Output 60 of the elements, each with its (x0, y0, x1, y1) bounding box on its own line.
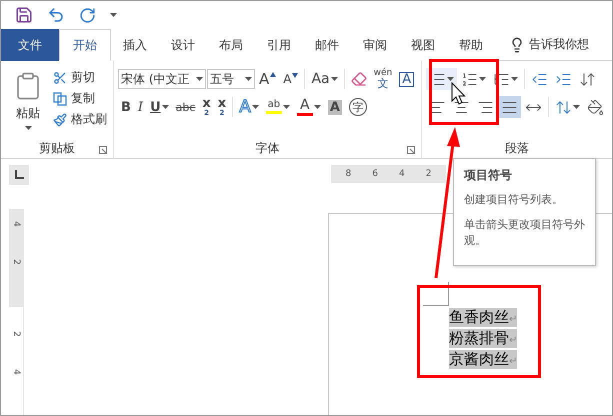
caret-icon (196, 77, 203, 81)
bold-button[interactable]: B (118, 96, 134, 118)
paintbrush-icon (53, 112, 67, 126)
down-triangle-icon (292, 73, 298, 78)
justify-button[interactable] (498, 96, 521, 118)
redo-icon[interactable] (79, 6, 96, 24)
ruler-number: 2 (426, 169, 432, 179)
tab-stop-icon (14, 170, 24, 180)
margin-corner-mark (423, 282, 449, 306)
mouse-pointer-icon (452, 82, 466, 105)
font-size-field[interactable]: 五号 (207, 69, 255, 89)
numbered-list-icon (461, 70, 478, 88)
sort-arrows-icon (579, 70, 596, 88)
tooltip-text: 创建项目符号列表。 (464, 192, 564, 208)
tooltip-text: 单击箭头更改项目符号外观。 (464, 216, 585, 249)
format-painter-button[interactable]: 格式刷 (51, 109, 109, 130)
grow-button[interactable]: A (256, 68, 280, 90)
group-label: 字体 (256, 140, 280, 156)
italic-button[interactable]: I (134, 96, 146, 118)
customize-caret-icon[interactable] (110, 13, 117, 17)
caret-icon (245, 77, 252, 81)
ruler-number: 4 (11, 369, 21, 375)
tab-stop-selector[interactable] (9, 165, 29, 185)
ruler-number: 6 (372, 169, 378, 179)
scissors-icon (53, 70, 67, 84)
annotation-frame (429, 59, 499, 125)
ribbon-tab[interactable]: 开始 (59, 29, 111, 61)
group-label: 剪贴板 (39, 140, 75, 156)
font-color-button[interactable]: A (294, 96, 324, 118)
shrink-button[interactable]: A (280, 68, 302, 90)
cut-button[interactable]: 剪切 (51, 67, 109, 88)
ruler-number: 4 (399, 169, 405, 179)
copy-button[interactable]: 复制 (51, 88, 109, 109)
copy-icon (53, 92, 67, 106)
border-button[interactable]: A (396, 68, 418, 90)
tell-me-field[interactable]: 告诉我你想 (529, 36, 589, 53)
ruler-number: 8 (346, 169, 352, 179)
file-tab[interactable]: 文件 (1, 29, 59, 61)
tooltip-title: 项目符号 (464, 167, 513, 184)
shading-button[interactable]: A (324, 96, 345, 118)
font-name-field[interactable]: 宋体 (中文正 (118, 69, 206, 89)
case-button[interactable]: Aa (308, 68, 341, 90)
save-icon[interactable] (15, 6, 33, 24)
dialog-launcher-icon[interactable] (407, 146, 415, 154)
strike-button[interactable]: abc (172, 96, 198, 118)
highlight-button[interactable]: ab (262, 96, 293, 118)
up-triangle-icon (270, 72, 276, 76)
paste-button[interactable]: 粘贴 (5, 65, 51, 138)
phonetic-button[interactable]: wén 文 (370, 68, 396, 90)
line-spacing-icon (555, 98, 572, 116)
ruler-number: 2 (11, 331, 21, 337)
paint-bucket-icon (587, 98, 604, 116)
eraser-icon (350, 71, 367, 87)
underline-button[interactable]: U (147, 96, 172, 118)
dialog-launcher-icon[interactable] (99, 146, 107, 154)
ruler-number: 2 (11, 259, 21, 265)
group-label: 段落 (505, 140, 529, 156)
caret-icon (24, 126, 32, 130)
ruler-number: 4 (11, 221, 21, 227)
undo-icon[interactable] (47, 6, 65, 24)
